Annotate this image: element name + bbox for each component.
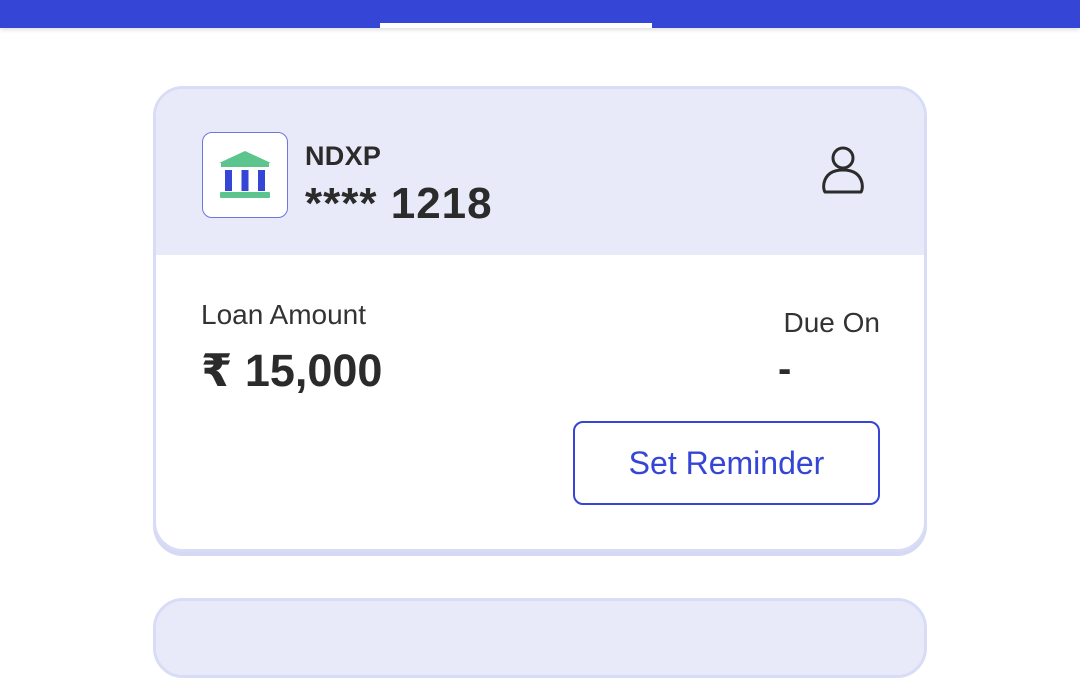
active-tab-indicator: [380, 23, 652, 28]
top-tab-bar: [0, 0, 1080, 28]
loan-card[interactable]: NDXP **** 1218 Loan Amount ₹ 15,000 Due …: [153, 86, 927, 552]
bank-name: NDXP: [305, 141, 382, 171]
next-loan-card[interactable]: [153, 598, 927, 678]
bank-logo: [202, 132, 288, 218]
bank-icon: [219, 151, 271, 198]
user-icon[interactable]: [820, 145, 866, 195]
set-reminder-button[interactable]: Set Reminder: [573, 421, 880, 505]
loan-card-header: NDXP **** 1218: [156, 89, 924, 255]
loan-amount-value: ₹ 15,000: [201, 345, 383, 396]
account-number: **** 1218: [305, 179, 493, 228]
due-on-label: Due On: [783, 307, 881, 338]
due-on-value: -: [778, 347, 792, 391]
loan-amount-label: Loan Amount: [201, 299, 367, 330]
